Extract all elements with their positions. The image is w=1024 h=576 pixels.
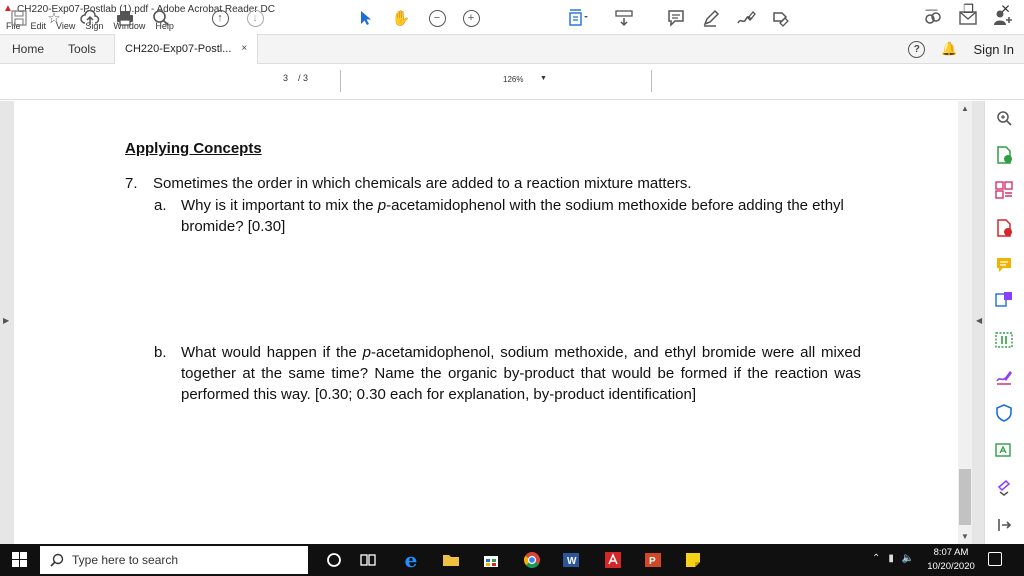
- scroll-mode-icon[interactable]: [613, 7, 635, 29]
- zoom-in-icon[interactable]: +: [460, 7, 482, 29]
- sign-pen-icon[interactable]: [735, 7, 757, 29]
- page-number-input[interactable]: 3: [283, 73, 288, 83]
- part-b-text: What would happen if the p-acetamidophen…: [181, 344, 862, 403]
- share-link-icon[interactable]: [922, 7, 944, 29]
- fill-and-sign-icon[interactable]: [994, 366, 1014, 386]
- close-tab-icon[interactable]: ×: [241, 35, 247, 63]
- taskbar-clock[interactable]: 8:07 AM 10/20/2020: [926, 546, 976, 574]
- tab-document[interactable]: CH220-Exp07-Postl... ×: [114, 34, 259, 64]
- save-icon[interactable]: [8, 7, 30, 29]
- export-pdf-icon[interactable]: [994, 145, 1014, 165]
- send-file-icon[interactable]: [994, 290, 1014, 310]
- zoom-level[interactable]: 126%: [503, 75, 523, 84]
- create-pdf-icon[interactable]: [994, 218, 1014, 238]
- search-icon[interactable]: [150, 7, 172, 29]
- print-icon[interactable]: [114, 7, 136, 29]
- toolbar-divider-2: [651, 70, 652, 92]
- scroll-up-icon[interactable]: ▲: [961, 104, 969, 113]
- question-number: 7.: [125, 175, 138, 192]
- sign-in-button[interactable]: Sign In: [974, 42, 1014, 57]
- scrollbar-thumb[interactable]: [959, 469, 971, 525]
- upload-cloud-icon[interactable]: [79, 7, 101, 29]
- part-b-label: b.: [154, 344, 167, 361]
- tab-tools[interactable]: Tools: [56, 35, 108, 63]
- page-total: / 3: [298, 73, 309, 83]
- battery-icon[interactable]: ▮: [888, 553, 894, 564]
- chrome-browser-icon[interactable]: [522, 551, 542, 569]
- acrobat-app-icon[interactable]: [603, 551, 623, 569]
- windows-start-icon[interactable]: [12, 552, 28, 568]
- pdf-page: [14, 101, 958, 544]
- clock-date: 10/20/2020: [927, 561, 975, 572]
- bookmark-star-icon[interactable]: ☆: [43, 7, 65, 29]
- comment-icon[interactable]: [665, 7, 687, 29]
- powerpoint-app-icon[interactable]: P: [643, 551, 663, 569]
- taskbar-search-icon: [50, 553, 64, 567]
- show-hidden-icons-icon[interactable]: ⌃: [872, 553, 880, 564]
- hand-tool-icon[interactable]: ✋: [390, 7, 412, 29]
- action-center-icon[interactable]: [988, 552, 1002, 566]
- document-tab-label: CH220-Exp07-Postl...: [125, 43, 232, 55]
- zoom-dropdown-icon[interactable]: ▼: [540, 75, 547, 82]
- more-tools-icon[interactable]: [994, 440, 1014, 460]
- highlight-pen-icon[interactable]: [700, 7, 722, 29]
- toolbar-divider: [340, 70, 341, 92]
- question-text: Sometimes the order in which chemicals a…: [153, 175, 692, 192]
- right-panel-toggle-icon[interactable]: ◀: [976, 316, 982, 325]
- volume-icon[interactable]: 🔈: [902, 553, 914, 564]
- previous-page-icon[interactable]: ↑: [209, 7, 231, 29]
- next-page-icon[interactable]: ↓: [244, 7, 266, 29]
- help-icon[interactable]: ?: [908, 40, 926, 58]
- left-panel-toggle-icon[interactable]: ▶: [3, 316, 9, 325]
- search-tool-icon[interactable]: [994, 108, 1014, 128]
- fit-page-icon[interactable]: [567, 7, 589, 29]
- tab-home[interactable]: Home: [0, 35, 56, 63]
- part-a-text: Why is it important to mix the p-acetami…: [181, 197, 844, 235]
- file-explorer-icon[interactable]: [441, 551, 461, 569]
- task-view-icon[interactable]: [358, 551, 378, 569]
- part-a-label: a.: [154, 197, 167, 214]
- edit-pdf-icon[interactable]: [994, 330, 1014, 350]
- svg-text:P: P: [649, 556, 656, 567]
- edge-browser-icon[interactable]: e: [401, 548, 421, 572]
- taskbar-search-box[interactable]: Type here to search: [40, 546, 308, 574]
- collapse-pane-icon[interactable]: [994, 515, 1014, 535]
- section-heading: Applying Concepts: [125, 140, 262, 157]
- email-icon[interactable]: [957, 7, 979, 29]
- sticky-notes-icon[interactable]: [683, 551, 703, 569]
- taskbar-search-placeholder: Type here to search: [72, 553, 179, 567]
- comment-tool-icon[interactable]: [994, 255, 1014, 275]
- customize-pen-icon[interactable]: [994, 478, 1014, 498]
- tab-bar: Home Tools CH220-Exp07-Postl... × ? 🔔 Si…: [0, 34, 1024, 64]
- question-7: 7. Sometimes the order in which chemicals…: [125, 175, 692, 192]
- organize-pages-icon[interactable]: [994, 180, 1014, 200]
- scroll-down-icon[interactable]: ▼: [961, 532, 969, 541]
- system-tray: ⌃ ▮ 🔈: [872, 553, 914, 564]
- word-app-icon[interactable]: W: [561, 551, 581, 569]
- protect-shield-icon[interactable]: [994, 403, 1014, 423]
- clock-time: 8:07 AM: [933, 547, 969, 558]
- select-cursor-icon[interactable]: [355, 7, 377, 29]
- cortana-icon[interactable]: [324, 551, 344, 569]
- add-user-icon[interactable]: [992, 7, 1014, 29]
- svg-text:W: W: [567, 556, 577, 567]
- page-indicator: 3 / 3: [283, 73, 308, 83]
- store-icon[interactable]: [481, 551, 501, 569]
- notification-bell-icon[interactable]: 🔔: [941, 41, 957, 57]
- send-for-signature-icon[interactable]: [770, 7, 792, 29]
- zoom-out-icon[interactable]: −: [426, 7, 448, 29]
